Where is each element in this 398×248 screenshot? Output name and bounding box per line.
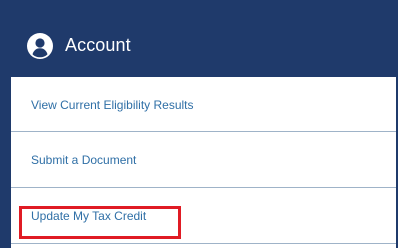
account-title: Account [65,35,131,55]
menu-item-label[interactable]: Submit a Document [31,153,136,167]
highlight-annotation-box [19,206,181,239]
menu-item-submit-document[interactable]: Submit a Document [11,132,396,188]
menu-divider [11,243,396,244]
menu-item-label[interactable]: View Current Eligibility Results [31,98,194,112]
user-circle-icon [27,32,53,59]
account-header: Account [11,14,396,77]
page-background: Account View Current Eligibility Results… [0,0,398,248]
account-panel: Account View Current Eligibility Results… [11,14,396,248]
menu-item-view-eligibility[interactable]: View Current Eligibility Results [11,77,396,133]
